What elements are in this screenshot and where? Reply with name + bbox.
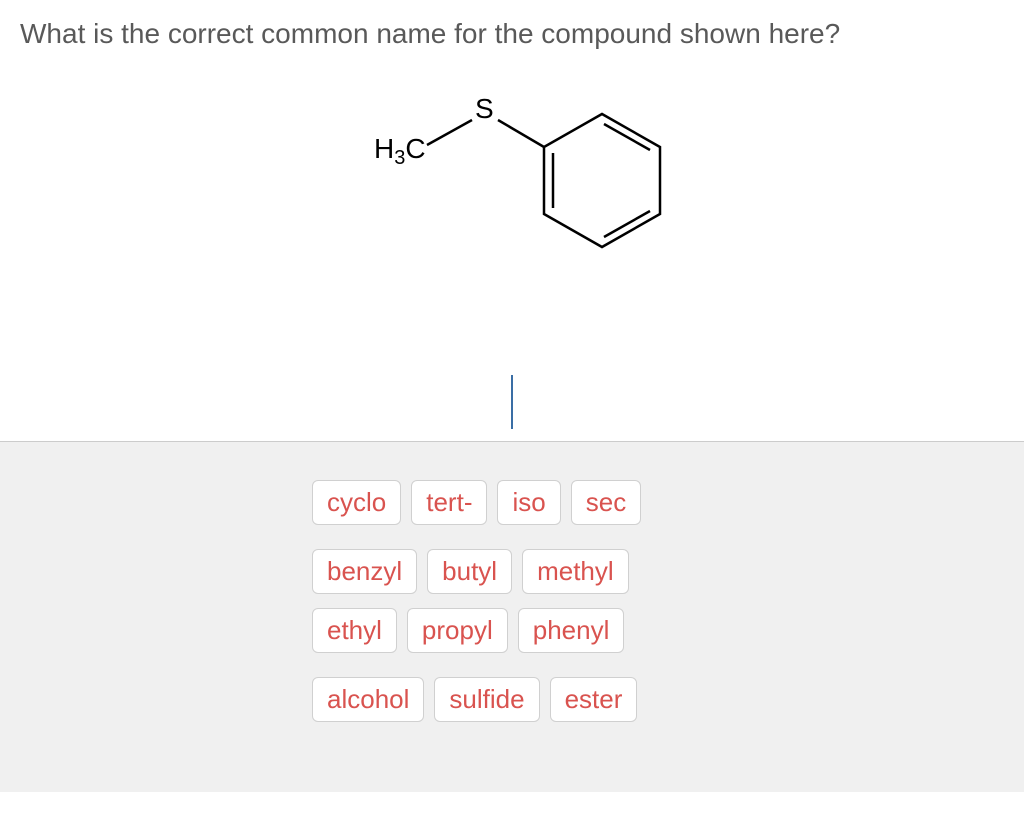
option-methyl[interactable]: methyl [522, 549, 629, 594]
chemical-structure: H3C S [20, 90, 1004, 315]
option-propyl[interactable]: propyl [407, 608, 508, 653]
option-phenyl[interactable]: phenyl [518, 608, 625, 653]
s-label: S [475, 93, 494, 124]
option-row-prefixes: cyclo tert- iso sec [312, 480, 1024, 525]
option-sec[interactable]: sec [571, 480, 641, 525]
h3c-label: H3C [374, 133, 426, 169]
option-butyl[interactable]: butyl [427, 549, 512, 594]
option-cyclo[interactable]: cyclo [312, 480, 401, 525]
options-panel: cyclo tert- iso sec benzyl butyl methyl … [0, 442, 1024, 792]
option-iso[interactable]: iso [497, 480, 560, 525]
option-ethyl[interactable]: ethyl [312, 608, 397, 653]
option-alcohol[interactable]: alcohol [312, 677, 424, 722]
option-row-groups-2: ethyl propyl phenyl [312, 608, 1024, 653]
answer-input-area[interactable] [20, 375, 1004, 429]
option-ester[interactable]: ester [550, 677, 638, 722]
option-tert[interactable]: tert- [411, 480, 487, 525]
question-text: What is the correct common name for the … [20, 18, 1004, 50]
option-row-groups-1: benzyl butyl methyl [312, 549, 1024, 594]
option-row-suffixes: alcohol sulfide ester [312, 677, 1024, 722]
structure-svg: H3C S [332, 90, 692, 310]
option-sulfide[interactable]: sulfide [434, 677, 539, 722]
text-cursor [511, 375, 513, 429]
option-benzyl[interactable]: benzyl [312, 549, 417, 594]
